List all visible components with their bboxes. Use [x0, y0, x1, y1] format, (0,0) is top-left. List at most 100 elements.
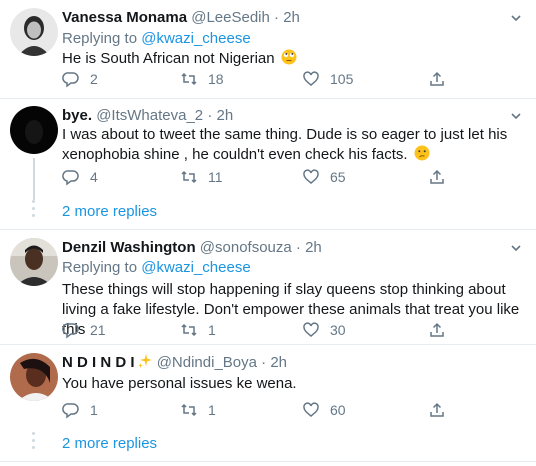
- avatar-image: [10, 8, 58, 56]
- avatar[interactable]: [10, 353, 58, 401]
- user-handle[interactable]: @ItsWhateva_2: [96, 107, 203, 124]
- thread-dots: [32, 200, 36, 221]
- avatar-image: [10, 353, 58, 401]
- like-button[interactable]: 60: [302, 400, 346, 420]
- tweet-header: Vanessa Monama @LeeSedih · 2h: [62, 8, 300, 28]
- display-name[interactable]: bye.: [62, 107, 92, 124]
- like-button[interactable]: 105: [302, 69, 353, 89]
- retweet-button[interactable]: 18: [180, 69, 224, 89]
- like-count: 65: [330, 169, 346, 185]
- tweet-text: He is South African not Nigerian: [62, 49, 522, 69]
- rolling-eyes-emoji: [281, 49, 297, 65]
- tweet-text-content: He is South African not Nigerian: [62, 50, 275, 67]
- heart-icon: [303, 322, 319, 337]
- timestamp[interactable]: · 2h: [274, 9, 300, 26]
- tweet-text: You have personal issues ke wena.: [62, 374, 522, 394]
- retweet-count: 11: [208, 169, 223, 185]
- share-icon: [430, 71, 444, 86]
- heart-icon: [303, 71, 319, 86]
- user-handle[interactable]: @Ndindi_Boya: [157, 354, 257, 371]
- retweet-icon: [181, 323, 197, 337]
- reply-icon: [62, 323, 79, 339]
- like-button[interactable]: 30: [302, 320, 346, 340]
- like-button[interactable]: 65: [302, 167, 346, 187]
- retweet-button[interactable]: 1: [180, 400, 216, 420]
- reply-icon: [62, 170, 79, 186]
- tweet-vanessa[interactable]: Vanessa Monama @LeeSedih · 2h Replying t…: [0, 0, 536, 100]
- reply-count: 1: [90, 402, 98, 418]
- share-icon: [430, 169, 444, 184]
- share-button[interactable]: [428, 400, 456, 420]
- user-handle[interactable]: @LeeSedih: [191, 9, 270, 26]
- tweet-denzil[interactable]: Denzil Washington @sonofsouza · 2h Reply…: [0, 230, 536, 342]
- chevron-down-icon[interactable]: [510, 110, 522, 122]
- share-button[interactable]: [428, 320, 456, 340]
- share-button[interactable]: [428, 167, 456, 187]
- share-button[interactable]: [428, 69, 456, 89]
- retweet-button[interactable]: 11: [180, 167, 223, 187]
- tweet-header: bye. @ItsWhateva_2 · 2h: [62, 106, 233, 126]
- reply-count: 4: [90, 169, 98, 185]
- replying-to-handle[interactable]: @kwazi_cheese: [141, 30, 250, 47]
- like-count: 60: [330, 402, 346, 418]
- tweet-ndindi[interactable]: N D I N D I @Ndindi_Boya · 2h You have p…: [0, 345, 536, 425]
- tweet-text-content: You have personal issues ke wena.: [62, 375, 297, 392]
- thread-line: [33, 158, 35, 200]
- replying-to-prefix: Replying to: [62, 259, 142, 276]
- replying-to-handle[interactable]: @kwazi_cheese: [141, 259, 250, 276]
- tweet-actions: 1 1 60: [62, 400, 482, 420]
- confused-face-emoji: [414, 145, 430, 161]
- display-name[interactable]: N D I N D I: [62, 354, 135, 371]
- timestamp[interactable]: · 2h: [207, 107, 233, 124]
- avatar-image: [10, 106, 58, 154]
- reply-count: 2: [90, 71, 98, 87]
- divider: [0, 461, 536, 462]
- replying-to: Replying to @kwazi_cheese: [62, 29, 251, 49]
- thread-dots: [32, 432, 36, 453]
- replying-to-prefix: Replying to: [62, 30, 142, 47]
- chevron-down-icon[interactable]: [510, 242, 522, 254]
- tweet-header: Denzil Washington @sonofsouza · 2h: [62, 238, 322, 258]
- retweet-icon: [181, 72, 197, 86]
- share-icon: [430, 322, 444, 337]
- reply-button[interactable]: 4: [62, 167, 98, 187]
- avatar[interactable]: [10, 106, 58, 154]
- reply-button[interactable]: 2: [62, 69, 98, 89]
- retweet-count: 1: [208, 322, 216, 338]
- reply-icon: [62, 403, 79, 419]
- timestamp[interactable]: · 2h: [296, 239, 322, 256]
- retweet-button[interactable]: 1: [180, 320, 216, 340]
- reply-icon: [62, 72, 79, 88]
- retweet-count: 18: [208, 71, 224, 87]
- avatar[interactable]: [10, 238, 58, 286]
- heart-icon: [303, 169, 319, 184]
- retweet-icon: [181, 170, 197, 184]
- reply-count: 21: [90, 322, 106, 338]
- like-count: 105: [330, 71, 354, 87]
- chevron-down-icon[interactable]: [510, 12, 522, 24]
- avatar-image: [10, 238, 58, 286]
- sparkles-emoji: [137, 354, 152, 368]
- display-name[interactable]: Vanessa Monama: [62, 9, 187, 26]
- retweet-count: 1: [208, 402, 216, 418]
- display-name[interactable]: Denzil Washington: [62, 239, 196, 256]
- tweet-actions: 4 11 65: [62, 167, 482, 187]
- tweet-actions: 2 18 105: [62, 69, 482, 89]
- like-count: 30: [330, 322, 346, 338]
- reply-button[interactable]: 1: [62, 400, 98, 420]
- avatar[interactable]: [10, 8, 58, 56]
- retweet-icon: [181, 403, 197, 417]
- reply-button[interactable]: 21: [62, 320, 106, 340]
- more-replies-link[interactable]: 2 more replies: [62, 434, 157, 454]
- replying-to: Replying to @kwazi_cheese: [62, 258, 251, 278]
- share-icon: [430, 402, 444, 417]
- heart-icon: [303, 402, 319, 417]
- timestamp[interactable]: · 2h: [261, 354, 287, 371]
- more-replies-link[interactable]: 2 more replies: [62, 202, 157, 222]
- tweet-text: I was about to tweet the same thing. Dud…: [62, 125, 522, 165]
- tweet-actions: 21 1 30: [62, 320, 482, 340]
- user-handle[interactable]: @sonofsouza: [200, 239, 292, 256]
- tweet-header: N D I N D I @Ndindi_Boya · 2h: [62, 353, 287, 373]
- tweet-text-content: I was about to tweet the same thing. Dud…: [62, 126, 508, 163]
- tweet-bye[interactable]: bye. @ItsWhateva_2 · 2h I was about to t…: [0, 99, 536, 200]
